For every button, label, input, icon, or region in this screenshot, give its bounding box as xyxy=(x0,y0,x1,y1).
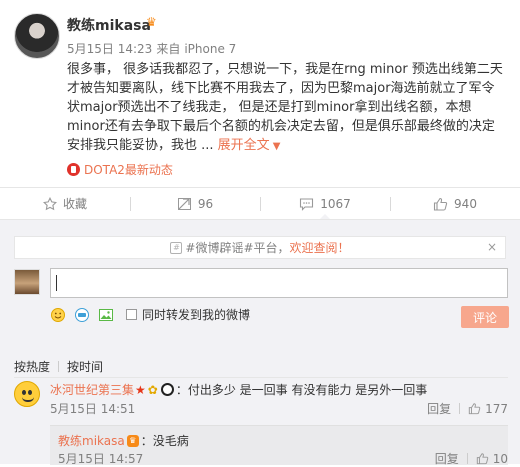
action-divider xyxy=(466,453,468,464)
post-date[interactable]: 5月15日 14:23 xyxy=(67,42,152,56)
image-icon xyxy=(99,308,113,321)
close-icon[interactable]: × xyxy=(487,240,497,254)
topic-label: DOTA2最新动态 xyxy=(84,163,173,177)
emoji-button[interactable] xyxy=(50,307,66,323)
repost-icon xyxy=(177,197,191,210)
comment-time: 5月15日 14:51 xyxy=(50,402,136,416)
vip-badge-icon: ♛ xyxy=(126,434,139,447)
author-name[interactable]: 教练mikasa xyxy=(67,15,151,35)
post-body: 很多事， 很多话我都忍了，只想说一下，我是在rng minor 预选出线第二天才… xyxy=(67,60,507,156)
like-count: 940 xyxy=(454,196,477,211)
like-icon xyxy=(468,403,481,415)
expand-label: 展开全文 xyxy=(217,138,270,153)
reply-like-count: 10 xyxy=(492,451,508,466)
reply-author-name[interactable]: 教练mikasa xyxy=(58,432,125,449)
notice-icon: # xyxy=(170,241,183,254)
reply-item: 教练mikasa ♛ ：没毛病 5月15日 14:57 回复 10 xyxy=(50,425,508,467)
sort-divider-line xyxy=(14,377,508,378)
current-user-avatar[interactable] xyxy=(14,269,40,295)
comment-icon xyxy=(300,197,314,211)
reply-actions: 回复 10 xyxy=(435,450,508,467)
notice-highlight[interactable]: 欢迎查阅！ xyxy=(290,239,350,256)
author-avatar[interactable] xyxy=(14,13,60,59)
topic-link[interactable]: DOTA2最新动态 xyxy=(67,161,173,178)
favorite-label: 收藏 xyxy=(62,197,87,211)
composer-tools: 同时转发到我的微博 xyxy=(50,306,250,323)
sort-by-hot-tab[interactable]: 按热度 xyxy=(14,358,50,375)
panda-emoji-icon xyxy=(160,383,174,396)
comment-actions: 回复 177 xyxy=(427,400,508,417)
post-action-bar: 收藏 96 1067 940 xyxy=(0,187,520,220)
comment-item: 冰河世纪第三集 ★ ✿ ：付出多少 是一回事 有没有能力 是另外一回事 5月15… xyxy=(14,381,508,419)
image-button[interactable] xyxy=(98,307,114,323)
comment-text: ：付出多少 是一回事 有没有能力 是另外一回事 xyxy=(175,383,428,397)
reply-text: ：没毛病 xyxy=(140,434,189,448)
emoji-icon xyxy=(51,307,65,322)
post-text: 很多事， 很多话我都忍了，只想说一下，我是在rng minor 预选出线第二天才… xyxy=(67,62,503,153)
topic-icon xyxy=(67,163,80,176)
sort-by-time-tab[interactable]: 按时间 xyxy=(67,358,103,375)
commenter-name[interactable]: 冰河世纪第三集 xyxy=(50,381,134,398)
like-button[interactable]: 940 xyxy=(390,188,520,219)
expand-full-text-link[interactable]: 展开全文 ▼ xyxy=(218,138,281,153)
sort-divider xyxy=(58,361,60,372)
favorite-button[interactable]: 收藏 xyxy=(0,188,130,219)
post-source[interactable]: iPhone 7 xyxy=(184,42,236,56)
reply-reply-button[interactable]: 回复 xyxy=(435,450,459,467)
action-divider xyxy=(459,403,461,414)
comment-input[interactable] xyxy=(50,268,508,298)
like-icon xyxy=(476,453,488,465)
flower-badge-icon: ✿ xyxy=(147,382,158,397)
post-meta: 5月15日 14:23 来自 iPhone 7 xyxy=(67,40,240,57)
repost-count: 96 xyxy=(197,196,214,211)
repost-checkbox[interactable] xyxy=(126,309,137,320)
reply-line: 教练mikasa ♛ ：没毛病 xyxy=(58,432,189,449)
red-star-badge-icon: ★ xyxy=(135,382,146,397)
comment-count: 1067 xyxy=(320,196,351,211)
repost-checkbox-label[interactable]: 同时转发到我的微博 xyxy=(142,306,250,323)
comment-like-count: 177 xyxy=(485,401,508,416)
comment-button[interactable]: 1067 xyxy=(260,188,390,220)
reply-time: 5月15日 14:57 xyxy=(58,452,144,466)
comment-like-button[interactable]: 177 xyxy=(468,402,508,416)
notice-tag[interactable]: #微博辟谣#平台， xyxy=(185,239,289,256)
reply-button[interactable]: 回复 xyxy=(427,400,451,417)
comment-line: 冰河世纪第三集 ★ ✿ ：付出多少 是一回事 有没有能力 是另外一回事 xyxy=(50,381,427,398)
vip-badge-icon: ♛ xyxy=(146,15,157,29)
submit-comment-button[interactable]: 评论 xyxy=(461,306,509,328)
gif-button[interactable] xyxy=(74,307,90,323)
rumor-notice-banner: # #微博辟谣#平台， 欢迎查阅！ × xyxy=(14,236,506,259)
source-prefix: 来自 xyxy=(156,42,181,56)
reply-like-button[interactable]: 10 xyxy=(476,452,508,466)
commenter-avatar[interactable] xyxy=(14,381,40,407)
chevron-down-icon: ▼ xyxy=(272,141,281,152)
weibo-post: 教练mikasa ♛ 5月15日 14:23 来自 iPhone 7 很多事， 很多… xyxy=(0,0,520,187)
comment-panel: # #微博辟谣#平台， 欢迎查阅！ × 同时转发到我的微博 评论 按热度 按时间… xyxy=(0,219,520,467)
repost-button[interactable]: 96 xyxy=(130,188,260,219)
text-caret xyxy=(56,275,57,291)
gif-icon xyxy=(75,307,89,322)
comment-sort-bar: 按热度 按时间 xyxy=(14,358,103,375)
like-icon xyxy=(433,197,448,211)
star-icon xyxy=(43,196,57,210)
